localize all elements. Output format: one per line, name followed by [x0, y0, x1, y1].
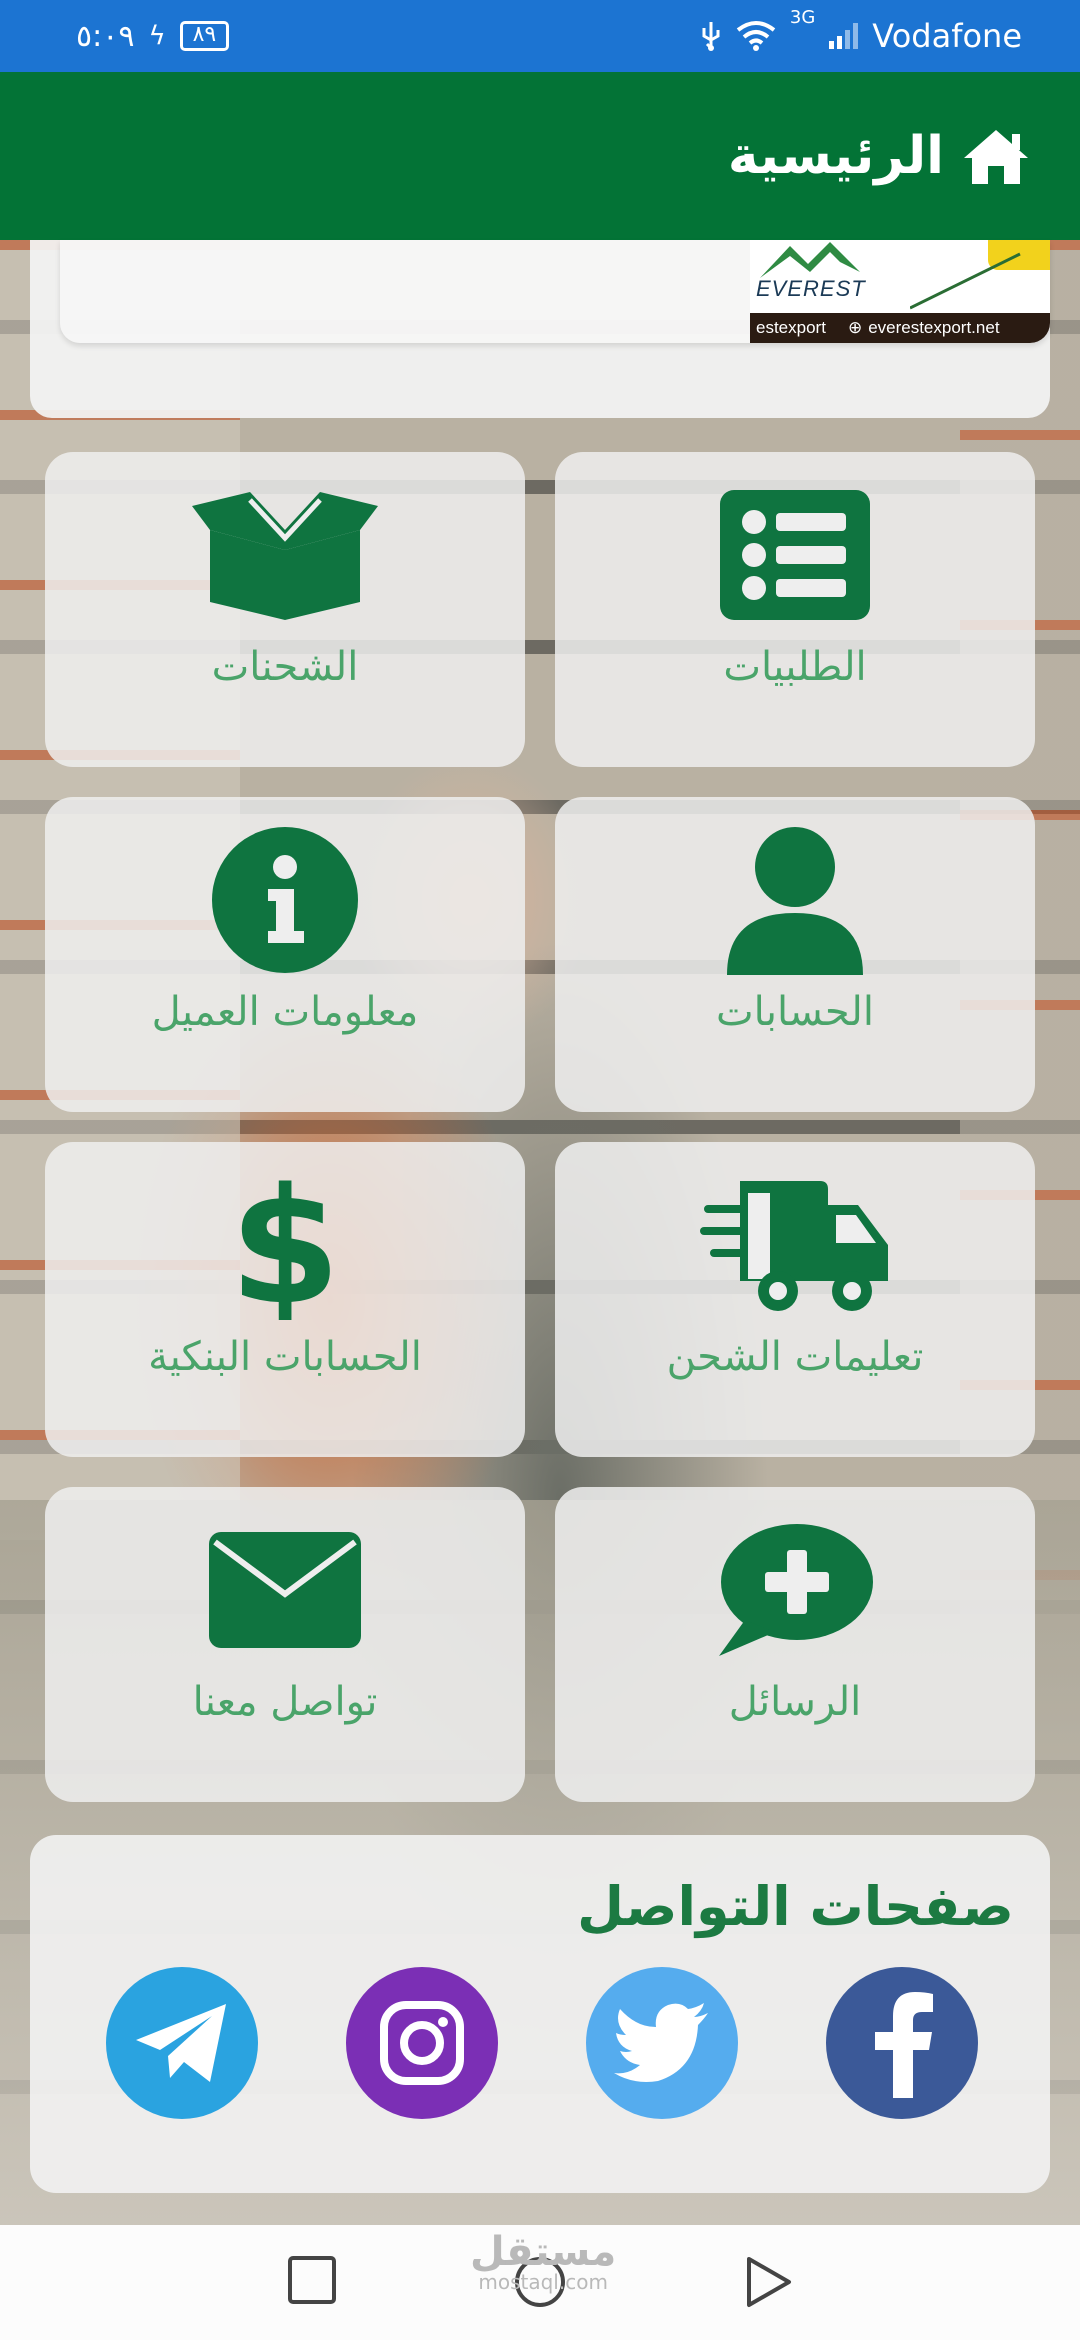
- instagram-icon: [380, 2001, 464, 2085]
- network-type: 3G: [789, 7, 816, 28]
- tile-customer-info[interactable]: معلومات العميل: [45, 797, 525, 1112]
- back-triangle-icon[interactable]: [745, 2255, 793, 2309]
- facebook-button[interactable]: [826, 1967, 978, 2119]
- banner-contact-strip: estexport ⊕ everestexport.net: [750, 313, 1050, 343]
- tile-shipping-instructions[interactable]: تعليمات الشحن: [555, 1142, 1035, 1457]
- mountain-logo-icon: [760, 242, 860, 278]
- tile-shipments[interactable]: الشحنات: [45, 452, 525, 767]
- app-bar: الرئيسية: [0, 72, 1080, 240]
- instagram-button[interactable]: [346, 1967, 498, 2119]
- wifi-icon: [736, 21, 776, 51]
- tile-bank-accounts[interactable]: $ الحسابات البنكية: [45, 1142, 525, 1457]
- banner-handle: estexport: [756, 318, 826, 337]
- open-box-icon: [192, 492, 378, 620]
- list-icon: [720, 490, 870, 620]
- facebook-icon: [875, 1992, 933, 2098]
- user-icon: [727, 827, 863, 975]
- watermark-latin: mostaql.com: [478, 2270, 608, 2294]
- charging-icon: ϟ: [148, 21, 166, 51]
- watermark-arabic: مستقل: [470, 2229, 617, 2275]
- banner-image[interactable]: EVEREST estexport ⊕ everestexport.net: [750, 240, 1050, 343]
- tile-label: الحسابات البنكية: [148, 1334, 422, 1380]
- arrow-line-icon: [910, 252, 1021, 310]
- status-time: ٥:٠٩: [76, 18, 135, 54]
- tile-label: تواصل معنا: [192, 1679, 378, 1725]
- banner-slider[interactable]: EVEREST estexport ⊕ everestexport.net: [60, 240, 1050, 343]
- telegram-button[interactable]: [106, 1967, 258, 2119]
- tile-messages[interactable]: الرسائل: [555, 1487, 1035, 1802]
- banner-card: EVEREST estexport ⊕ everestexport.net: [30, 240, 1050, 418]
- telegram-icon: [136, 2004, 226, 2082]
- tile-label: الطلبيات: [723, 644, 867, 690]
- banner-logo-text: EVEREST: [756, 276, 866, 301]
- envelope-icon: [209, 1532, 361, 1648]
- social-pages-card: صفحات التواصل: [30, 1835, 1050, 2193]
- banner-website: everestexport.net: [868, 318, 1000, 337]
- tile-label: الرسائل: [728, 1679, 862, 1725]
- shipping-truck-icon: [700, 1181, 888, 1311]
- chat-plus-icon: [719, 1524, 873, 1656]
- watermark: مستقل mostaql.com: [470, 2232, 616, 2292]
- svg-text:$: $: [235, 1170, 335, 1320]
- status-right: 3G Vodafone: [700, 7, 1022, 55]
- signal-icon: [829, 23, 859, 49]
- tile-contact-us[interactable]: تواصل معنا: [45, 1487, 525, 1802]
- dollar-icon: $: [235, 1170, 335, 1320]
- twitter-icon: [614, 2003, 708, 2082]
- social-title: صفحات التواصل: [577, 1875, 1014, 1938]
- home-icon[interactable]: [960, 126, 1032, 186]
- tile-accounts[interactable]: الحسابات: [555, 797, 1035, 1112]
- info-icon: [212, 827, 358, 973]
- tile-orders[interactable]: الطلبيات: [555, 452, 1035, 767]
- twitter-button[interactable]: [586, 1967, 738, 2119]
- usb-icon: [702, 22, 720, 51]
- status-bar: ٥:٠٩ ϟ ٨٩ 3G Vodafone: [0, 0, 1080, 72]
- status-left: ٥:٠٩ ϟ ٨٩: [76, 18, 230, 54]
- tile-label: تعليمات الشحن: [666, 1334, 924, 1380]
- tile-label: الشحنات: [211, 644, 359, 690]
- recent-apps-icon[interactable]: [287, 2255, 337, 2305]
- globe-icon: ⊕: [847, 318, 863, 337]
- tile-label: الحسابات: [716, 989, 874, 1035]
- battery-icon: ٨٩: [179, 21, 230, 51]
- tile-label: معلومات العميل: [151, 989, 419, 1035]
- carrier-name: Vodafone: [872, 17, 1022, 55]
- page-title: الرئيسية: [727, 126, 944, 186]
